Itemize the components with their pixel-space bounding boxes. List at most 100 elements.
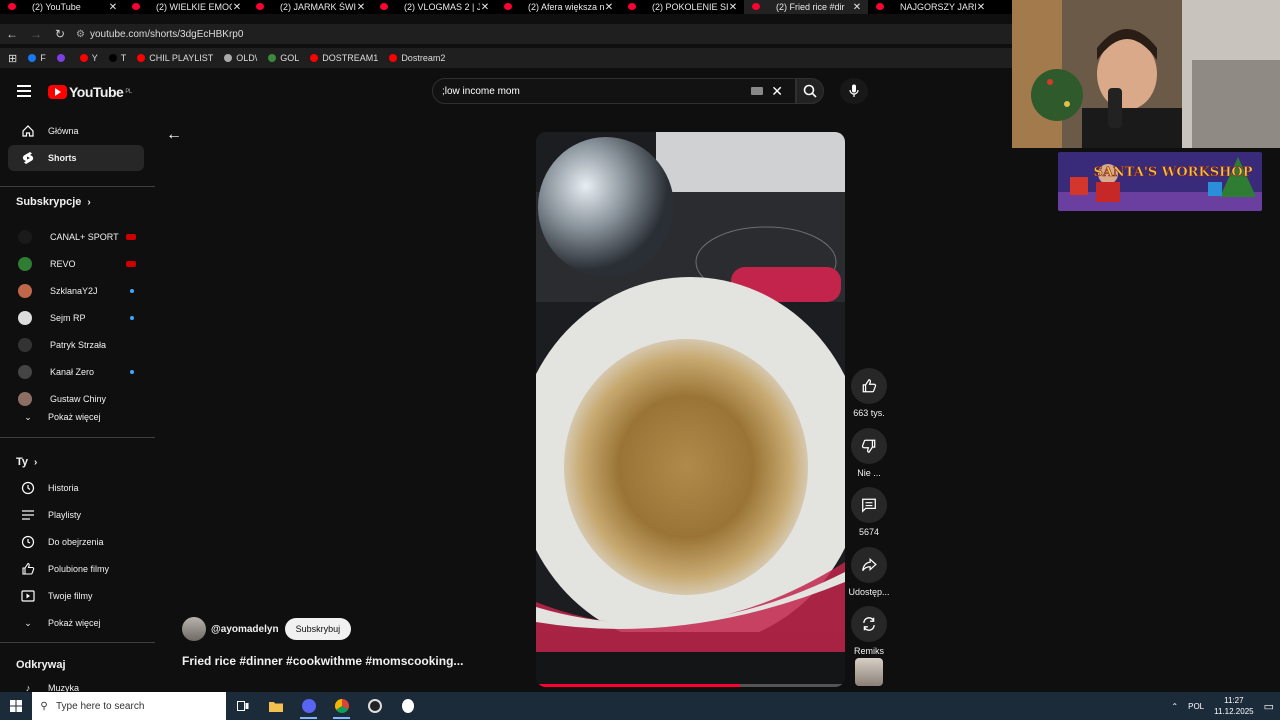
taskbar-search[interactable]: ⚲ Type here to search: [32, 692, 226, 720]
like-count: 663 tys.: [853, 408, 885, 418]
show-more-subscriptions[interactable]: ⌄ Pokaż więcej: [8, 404, 144, 430]
language-indicator[interactable]: POL: [1188, 702, 1204, 711]
apps-grid-icon[interactable]: ⊞: [8, 52, 17, 65]
search-icon: [803, 84, 817, 98]
close-tab-icon[interactable]: ✕: [232, 2, 242, 13]
clock-icon: [8, 535, 48, 549]
sidebar-item-watch-later[interactable]: Do obejrzenia: [8, 529, 144, 555]
subscription-item[interactable]: CANAL+ SPORT: [8, 224, 144, 250]
dislike-label: Nie ...: [857, 468, 881, 478]
video-progress-bar[interactable]: [536, 684, 845, 687]
bookmark-item[interactable]: CHIL PLAYLIST: [137, 53, 213, 63]
browser-tab[interactable]: (2) YouTube ✕: [0, 0, 124, 14]
subscription-item[interactable]: Sejm RP: [8, 305, 144, 331]
bookmark-item[interactable]: OLD\: [224, 53, 257, 63]
sidebar-item-playlists[interactable]: Playlisty: [8, 502, 144, 528]
file-explorer-icon[interactable]: [259, 692, 292, 720]
sidebar-item-shorts[interactable]: Shorts: [8, 145, 144, 171]
keyboard-icon[interactable]: [751, 87, 763, 95]
reload-icon[interactable]: ↻: [48, 24, 72, 44]
url-field[interactable]: ⚙ youtube.com/shorts/3dgEcHBKrp0: [76, 29, 243, 40]
browser-tab[interactable]: (2) POKOLENIE SING✕: [620, 0, 744, 14]
clear-search-icon[interactable]: ✕: [771, 83, 783, 100]
forward-nav-icon[interactable]: →: [24, 24, 48, 44]
map-pin-app-icon[interactable]: [391, 692, 424, 720]
subscription-label: REVO: [50, 259, 76, 269]
start-button[interactable]: [0, 692, 32, 720]
subscription-item[interactable]: REVO: [8, 251, 144, 277]
sidebar-item-label: Historia: [48, 483, 79, 493]
bookmark-item[interactable]: Y: [79, 53, 98, 63]
bookmark-item[interactable]: [56, 54, 69, 62]
bookmark-item[interactable]: T: [108, 53, 127, 63]
back-arrow-icon[interactable]: ←: [166, 126, 182, 144]
obs-icon[interactable]: [358, 692, 391, 720]
show-more-you[interactable]: ⌄ Pokaż więcej: [8, 610, 144, 636]
channel-avatar: [18, 365, 32, 379]
bookmark-item[interactable]: GOL: [268, 53, 299, 63]
clock[interactable]: 11:27 11.12.2025: [1214, 695, 1253, 717]
youtube-favicon-icon: [132, 3, 140, 10]
browser-tab[interactable]: (2) WIELKIE EMOCJE✕: [124, 0, 248, 14]
bookmark-item[interactable]: Dostream2: [389, 53, 445, 63]
comments-button[interactable]: 5674: [849, 487, 889, 537]
site-info-icon[interactable]: ⚙: [76, 29, 90, 40]
voice-search-button[interactable]: [840, 78, 868, 104]
close-tab-icon[interactable]: ✕: [604, 2, 614, 13]
sidebar-item-your-videos[interactable]: Twoje filmy: [8, 583, 144, 609]
browser-tab[interactable]: (2) Fried rice #dir ✕: [744, 0, 868, 14]
show-more-label: Pokaż więcej: [48, 412, 101, 422]
subscription-item[interactable]: Patryk Strzała: [8, 332, 144, 358]
channel-avatar[interactable]: [182, 617, 206, 641]
close-tab-icon[interactable]: ✕: [728, 2, 738, 13]
subscription-item[interactable]: SzklanaY2J: [8, 278, 144, 304]
sidebar-item-music[interactable]: ♪ Muzyka: [8, 675, 144, 692]
close-tab-icon[interactable]: ✕: [480, 2, 490, 13]
sound-thumbnail[interactable]: [849, 658, 889, 686]
browser-tab[interactable]: NAJGORSZY JARMA✕: [868, 0, 992, 14]
chevron-right-icon: ›: [34, 456, 38, 468]
sidebar-item-home[interactable]: Główna: [8, 118, 144, 144]
tray-overflow-icon[interactable]: ⌃: [1171, 702, 1178, 711]
short-video-player[interactable]: [536, 132, 845, 687]
masthead: YouTube PL ;low income mom ✕: [0, 72, 1012, 112]
subscription-item[interactable]: Kanał Zero: [8, 359, 144, 385]
bookmark-item[interactable]: F: [28, 53, 46, 63]
browser-tab[interactable]: (2) JARMARK ŚWIĄTE✕: [248, 0, 372, 14]
search-input[interactable]: ;low income mom ✕: [432, 78, 796, 104]
sidebar-item-label: Twoje filmy: [48, 591, 93, 601]
remix-button[interactable]: Remiks: [849, 606, 889, 656]
bookmark-favicon-icon: [79, 54, 88, 62]
chrome-icon[interactable]: [325, 692, 358, 720]
menu-icon[interactable]: [17, 85, 31, 97]
discord-icon[interactable]: [292, 692, 325, 720]
sidebar-divider: [0, 437, 155, 438]
dislike-button[interactable]: Nie ...: [849, 428, 889, 478]
sidebar-item-liked[interactable]: Polubione filmy: [8, 556, 144, 582]
close-tab-icon[interactable]: ✕: [976, 2, 986, 13]
back-nav-icon[interactable]: ←: [0, 24, 24, 44]
close-tab-icon[interactable]: ✕: [356, 2, 366, 13]
search-button[interactable]: [796, 78, 824, 104]
mic-icon: [849, 84, 859, 97]
browser-tab[interactable]: (2) VLOGMAS 2 | Jed✕: [372, 0, 496, 14]
task-view-icon[interactable]: [226, 692, 259, 720]
bookmark-label: F: [40, 53, 46, 63]
subscribe-button[interactable]: Subskrybuj: [284, 618, 352, 640]
browser-tab[interactable]: (2) Afera większa niż ✕: [496, 0, 620, 14]
close-tab-icon[interactable]: ✕: [852, 2, 862, 13]
short-title[interactable]: Fried rice #dinner #cookwithme #momscook…: [182, 654, 463, 668]
bookmark-label: T: [120, 53, 127, 63]
bookmark-item[interactable]: DOSTREAM1: [310, 53, 378, 63]
subscriptions-header[interactable]: Subskrypcje ›: [16, 196, 91, 208]
share-button[interactable]: Udostęp...: [848, 547, 890, 597]
youtube-logo[interactable]: YouTube PL: [48, 84, 132, 100]
close-tab-icon[interactable]: ✕: [108, 2, 118, 13]
like-button[interactable]: 663 tys.: [849, 368, 889, 418]
sidebar-item-label: Shorts: [48, 153, 77, 163]
channel-name[interactable]: @ayomadelyn: [211, 624, 279, 635]
notifications-icon[interactable]: ▭: [1264, 700, 1274, 713]
sidebar-item-history[interactable]: Historia: [8, 475, 144, 501]
bookmark-label: Y: [91, 53, 98, 63]
you-header[interactable]: Ty ›: [16, 456, 37, 468]
